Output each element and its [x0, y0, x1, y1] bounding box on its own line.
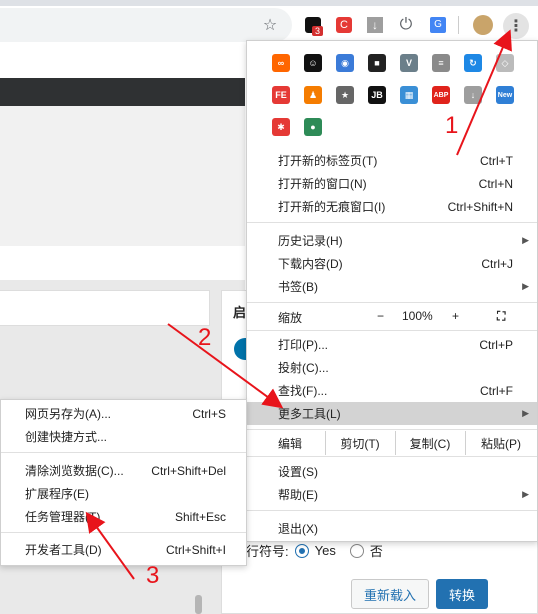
reload-button[interactable]: 重新载入	[351, 579, 429, 609]
side-panel-title: 启	[233, 305, 247, 320]
camera-ext-icon[interactable]: ◉	[336, 54, 354, 72]
grid-ext-icon[interactable]: ▦	[400, 86, 418, 104]
annotation-step-2: 2	[198, 324, 212, 351]
submenu-arrow-icon: ▶	[522, 489, 529, 499]
profile-avatar[interactable]	[472, 14, 494, 36]
submenu-divider	[1, 532, 246, 533]
globe-ext-icon[interactable]: ●	[304, 118, 322, 136]
paste-label: 粘贴(P)	[481, 436, 521, 451]
submenu-arrow-icon: ▶	[522, 408, 529, 418]
menu-divider	[247, 510, 537, 511]
fe-ext-icon[interactable]: FE	[272, 86, 290, 104]
menu-item-print[interactable]: 打印(P)... Ctrl+P	[247, 333, 537, 356]
menu-item-help[interactable]: 帮助(E) ▶	[247, 483, 537, 506]
zoom-control: 缩放 − 100% + ⛶	[247, 304, 537, 328]
page-card	[0, 290, 210, 326]
submenu-item-dev-tools[interactable]: 开发者工具(D) Ctrl+Shift+I	[1, 538, 246, 561]
submenu-item-save-page[interactable]: 网页另存为(A)... Ctrl+S	[1, 402, 246, 425]
download-ext-icon[interactable]: ↓	[464, 86, 482, 104]
menu-item-downloads[interactable]: 下载内容(D) Ctrl+J	[247, 252, 537, 275]
menu-divider	[247, 456, 537, 457]
submenu-item-create-shortcut[interactable]: 创建快捷方式...	[1, 425, 246, 448]
radio-group-label: 行符号:	[246, 544, 289, 559]
shield-ext-icon[interactable]: ◇	[496, 54, 514, 72]
toolbar-separator	[458, 16, 459, 34]
zoom-out-button[interactable]: −	[377, 309, 384, 323]
submenu-item-extensions[interactable]: 扩展程序(E)	[1, 482, 246, 505]
refresh-ext-icon[interactable]: ↻	[464, 54, 482, 72]
zoom-in-button[interactable]: +	[452, 309, 459, 323]
menu-item-bookmarks[interactable]: 书签(B) ▶	[247, 275, 537, 298]
convert-button[interactable]: 转换	[436, 579, 488, 609]
menu-divider	[247, 222, 537, 223]
page-content-area	[0, 106, 245, 246]
submenu-item-task-manager[interactable]: 任务管理器(T) Shift+Esc	[1, 505, 246, 528]
jb-ext-icon[interactable]: JB	[368, 86, 386, 104]
cube-ext-icon[interactable]: ■	[368, 54, 386, 72]
menu-item-cast[interactable]: 投射(C)...	[247, 356, 537, 379]
page-scrollbar[interactable]	[195, 595, 202, 614]
fullscreen-icon[interactable]: ⛶	[497, 309, 505, 324]
copy-label: 复制(C)	[409, 436, 451, 451]
menu-item-more-tools[interactable]: 更多工具(L) ▶	[247, 402, 537, 425]
radio-yes[interactable]	[294, 543, 309, 558]
toolbar-ext-icon-2[interactable]: C	[333, 14, 355, 36]
line-ending-option: 行符号: Yes 否	[246, 541, 383, 560]
submenu-arrow-icon: ▶	[522, 235, 529, 245]
address-bar[interactable]	[0, 8, 292, 42]
submenu-arrow-icon: ▶	[522, 281, 529, 291]
menu-item-settings[interactable]: 设置(S)	[247, 460, 537, 483]
notes-ext-icon[interactable]: ≡	[432, 54, 450, 72]
menu-item-incognito[interactable]: 打开新的无痕窗口(I) Ctrl+Shift+N	[247, 195, 537, 218]
annotation-step-1: 1	[445, 112, 459, 139]
extension-icon-grid: ∞ ☺ ◉ ■ V ≡ ↻ ◇ FE ♟ ★ JB ▦ ABP ↓ New ✱ ●	[272, 50, 532, 140]
download-icon[interactable]: ↓	[364, 14, 386, 36]
zoom-level: 100%	[402, 309, 433, 323]
radio-yes-label: Yes	[314, 543, 336, 558]
monster-ext-icon[interactable]: ☺	[304, 54, 322, 72]
power-icon[interactable]: ⏻	[395, 14, 417, 36]
pinwheel-ext-icon[interactable]: ✱	[272, 118, 290, 136]
radio-no-label: 否	[369, 544, 383, 559]
new-ext-icon[interactable]: New	[496, 86, 514, 104]
menu-divider	[247, 330, 537, 331]
bookmark-star-icon[interactable]: ☆	[259, 14, 281, 36]
zoom-label: 缩放	[278, 311, 303, 325]
edit-label: 编辑	[278, 436, 303, 451]
menu-item-history[interactable]: 历史记录(H) ▶	[247, 229, 537, 252]
translate-icon[interactable]: G	[427, 14, 449, 36]
toolbar-ext-icon-1[interactable]: 3	[302, 14, 324, 36]
menu-item-exit[interactable]: 退出(X)	[247, 517, 537, 540]
edit-row: 编辑 剪切(T) 复制(C) 粘贴(P)	[247, 431, 537, 455]
submenu-divider	[1, 452, 246, 453]
tab-strip-edge	[0, 0, 538, 6]
submenu-item-clear-data[interactable]: 清除浏览数据(C)... Ctrl+Shift+Del	[1, 459, 246, 482]
page-header-bar	[0, 78, 245, 106]
menu-item-new-window[interactable]: 打开新的窗口(N) Ctrl+N	[247, 172, 537, 195]
menu-divider	[247, 302, 537, 303]
infinity-ext-icon[interactable]: ∞	[272, 54, 290, 72]
people-ext-icon[interactable]: ♟	[304, 86, 322, 104]
v-ext-icon[interactable]: V	[400, 54, 418, 72]
star-ext-icon[interactable]: ★	[336, 86, 354, 104]
extension-badge: 3	[312, 26, 324, 36]
radio-no[interactable]	[349, 543, 364, 558]
annotation-step-3: 3	[146, 562, 160, 589]
menu-item-new-tab[interactable]: 打开新的标签页(T) Ctrl+T	[247, 149, 537, 172]
menu-divider	[247, 429, 537, 430]
abp-ext-icon[interactable]: ABP	[432, 86, 450, 104]
browser-menu-button[interactable]: ⋮	[503, 13, 529, 39]
cut-label: 剪切(T)	[340, 436, 380, 451]
menu-item-find[interactable]: 查找(F)... Ctrl+F	[247, 379, 537, 402]
